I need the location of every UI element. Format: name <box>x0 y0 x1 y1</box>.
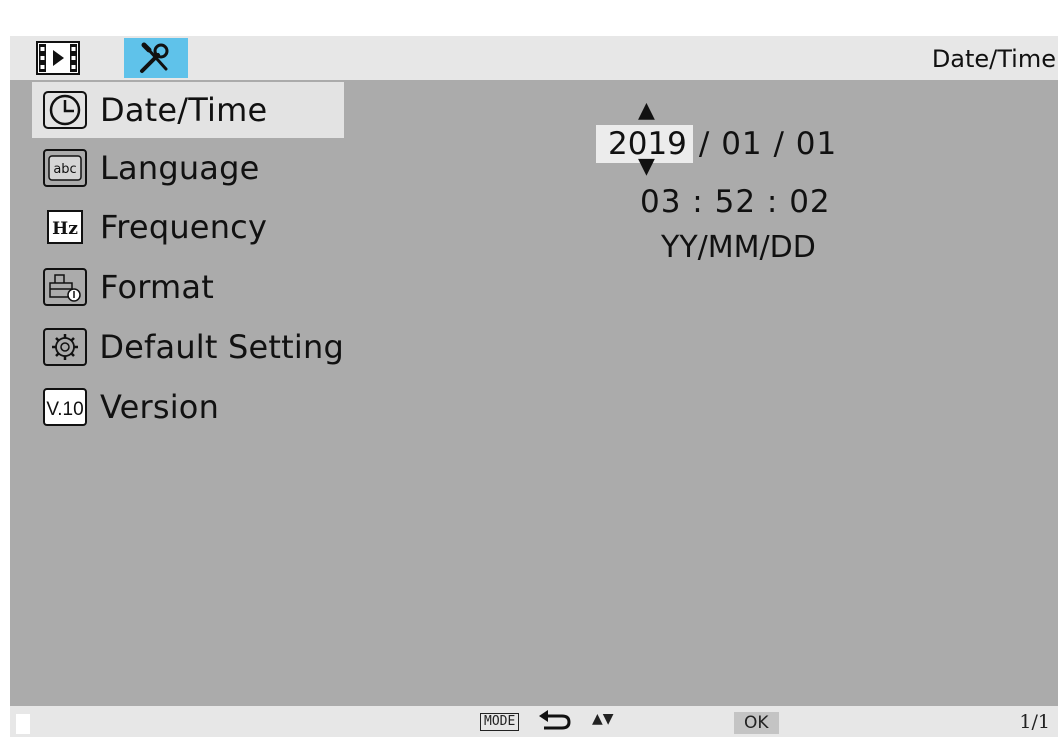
sd-card-format-icon <box>38 267 92 307</box>
wrench-screwdriver-icon[interactable] <box>124 38 188 78</box>
back-arrow-icon <box>538 710 572 736</box>
abc-icon: abc <box>38 148 92 188</box>
up-down-key-hint: ▲▼ <box>592 711 614 727</box>
menu-item-label: Date/Time <box>100 91 268 129</box>
date-row: 2019 / 01 / 01 <box>596 124 837 164</box>
menu-item-version[interactable]: V.10 Version <box>32 379 344 435</box>
ok-key-hint: OK <box>734 712 779 734</box>
top-bar: Date/Time <box>10 36 1058 80</box>
status-indicator <box>16 714 30 734</box>
increase-arrow-icon[interactable]: ▲ <box>638 100 655 122</box>
menu-item-default-setting[interactable]: Default Setting <box>32 319 344 375</box>
bottom-bar: MODE ▲▼ OK 1/1 <box>10 706 1058 737</box>
menu-item-format[interactable]: Format <box>32 259 344 315</box>
menu-item-label: Language <box>100 149 260 187</box>
menu-item-label: Default Setting <box>99 328 344 366</box>
menu-item-date-time[interactable]: Date/Time <box>32 82 344 138</box>
svg-text:abc: abc <box>53 162 76 177</box>
time-field[interactable]: 03 : 52 : 02 <box>640 184 831 220</box>
menu-item-label: Format <box>100 268 214 306</box>
svg-text:Hz: Hz <box>52 219 78 239</box>
menu-item-language[interactable]: abc Language <box>32 140 344 196</box>
hz-icon: Hz <box>38 207 92 247</box>
month-day-field[interactable]: / 01 / 01 <box>693 126 837 162</box>
decrease-arrow-icon[interactable]: ▼ <box>638 156 655 178</box>
page-indicator: 1/1 <box>1019 711 1050 733</box>
film-play-icon[interactable] <box>34 40 82 76</box>
menu-item-label: Version <box>100 388 220 426</box>
camera-settings-screen: Date/Time Date/Time abc Language Hz Freq… <box>10 36 1058 737</box>
clock-icon <box>38 90 92 130</box>
svg-text:V.10: V.10 <box>46 399 83 420</box>
page-title: Date/Time <box>931 45 1056 73</box>
date-format-field[interactable]: YY/MM/DD <box>661 230 816 265</box>
gear-icon <box>38 327 91 367</box>
menu-item-label: Frequency <box>100 208 268 246</box>
version-icon: V.10 <box>38 387 92 427</box>
mode-key-hint: MODE <box>480 713 520 731</box>
menu-item-frequency[interactable]: Hz Frequency <box>32 199 344 255</box>
